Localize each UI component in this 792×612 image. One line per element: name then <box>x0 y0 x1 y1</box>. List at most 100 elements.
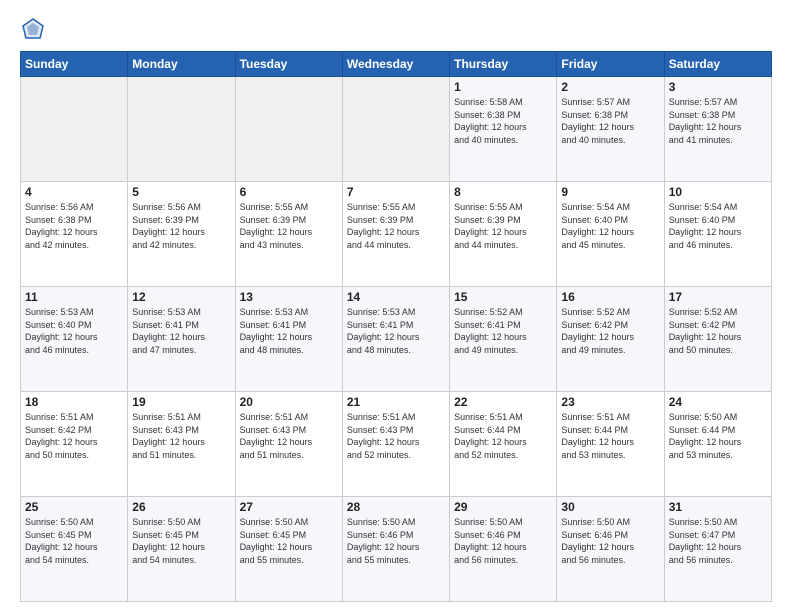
logo <box>20 18 44 45</box>
day-number: 22 <box>454 395 552 409</box>
day-number: 14 <box>347 290 445 304</box>
day-info: Sunrise: 5:50 AM Sunset: 6:45 PM Dayligh… <box>25 516 123 566</box>
day-info: Sunrise: 5:55 AM Sunset: 6:39 PM Dayligh… <box>240 201 338 251</box>
logo-general <box>20 27 44 44</box>
calendar-cell: 27 Sunrise: 5:50 AM Sunset: 6:45 PM Dayli… <box>235 497 342 602</box>
day-number: 7 <box>347 185 445 199</box>
calendar-cell: 16 Sunrise: 5:52 AM Sunset: 6:42 PM Dayli… <box>557 287 664 392</box>
weekday-header: Tuesday <box>235 52 342 77</box>
day-info: Sunrise: 5:50 AM Sunset: 6:44 PM Dayligh… <box>669 411 767 461</box>
calendar-cell: 30 Sunrise: 5:50 AM Sunset: 6:46 PM Dayli… <box>557 497 664 602</box>
day-number: 1 <box>454 80 552 94</box>
weekday-header: Wednesday <box>342 52 449 77</box>
day-info: Sunrise: 5:53 AM Sunset: 6:41 PM Dayligh… <box>347 306 445 356</box>
day-number: 8 <box>454 185 552 199</box>
day-info: Sunrise: 5:51 AM Sunset: 6:43 PM Dayligh… <box>240 411 338 461</box>
day-number: 16 <box>561 290 659 304</box>
calendar-cell: 26 Sunrise: 5:50 AM Sunset: 6:45 PM Dayli… <box>128 497 235 602</box>
calendar-cell: 21 Sunrise: 5:51 AM Sunset: 6:43 PM Dayli… <box>342 392 449 497</box>
day-info: Sunrise: 5:54 AM Sunset: 6:40 PM Dayligh… <box>561 201 659 251</box>
day-number: 4 <box>25 185 123 199</box>
calendar-cell: 5 Sunrise: 5:56 AM Sunset: 6:39 PM Daylig… <box>128 182 235 287</box>
day-number: 9 <box>561 185 659 199</box>
day-number: 20 <box>240 395 338 409</box>
day-number: 5 <box>132 185 230 199</box>
calendar-cell: 7 Sunrise: 5:55 AM Sunset: 6:39 PM Daylig… <box>342 182 449 287</box>
day-info: Sunrise: 5:52 AM Sunset: 6:42 PM Dayligh… <box>669 306 767 356</box>
day-info: Sunrise: 5:53 AM Sunset: 6:41 PM Dayligh… <box>132 306 230 356</box>
day-info: Sunrise: 5:52 AM Sunset: 6:41 PM Dayligh… <box>454 306 552 356</box>
calendar-cell: 18 Sunrise: 5:51 AM Sunset: 6:42 PM Dayli… <box>21 392 128 497</box>
calendar-cell: 22 Sunrise: 5:51 AM Sunset: 6:44 PM Dayli… <box>450 392 557 497</box>
calendar-cell: 20 Sunrise: 5:51 AM Sunset: 6:43 PM Dayli… <box>235 392 342 497</box>
calendar-cell: 4 Sunrise: 5:56 AM Sunset: 6:38 PM Daylig… <box>21 182 128 287</box>
day-number: 25 <box>25 500 123 514</box>
calendar-cell: 17 Sunrise: 5:52 AM Sunset: 6:42 PM Dayli… <box>664 287 771 392</box>
day-info: Sunrise: 5:55 AM Sunset: 6:39 PM Dayligh… <box>347 201 445 251</box>
day-info: Sunrise: 5:55 AM Sunset: 6:39 PM Dayligh… <box>454 201 552 251</box>
calendar-cell: 3 Sunrise: 5:57 AM Sunset: 6:38 PM Daylig… <box>664 77 771 182</box>
day-info: Sunrise: 5:50 AM Sunset: 6:45 PM Dayligh… <box>240 516 338 566</box>
day-number: 31 <box>669 500 767 514</box>
day-info: Sunrise: 5:50 AM Sunset: 6:47 PM Dayligh… <box>669 516 767 566</box>
day-info: Sunrise: 5:57 AM Sunset: 6:38 PM Dayligh… <box>669 96 767 146</box>
calendar-cell <box>342 77 449 182</box>
day-info: Sunrise: 5:51 AM Sunset: 6:43 PM Dayligh… <box>347 411 445 461</box>
day-number: 21 <box>347 395 445 409</box>
day-number: 11 <box>25 290 123 304</box>
calendar-cell: 19 Sunrise: 5:51 AM Sunset: 6:43 PM Dayli… <box>128 392 235 497</box>
day-number: 18 <box>25 395 123 409</box>
calendar-cell: 12Sunrise: 5:53 AM Sunset: 6:41 PM Dayli… <box>128 287 235 392</box>
day-info: Sunrise: 5:57 AM Sunset: 6:38 PM Dayligh… <box>561 96 659 146</box>
day-info: Sunrise: 5:51 AM Sunset: 6:44 PM Dayligh… <box>454 411 552 461</box>
day-number: 23 <box>561 395 659 409</box>
calendar-cell: 6 Sunrise: 5:55 AM Sunset: 6:39 PM Daylig… <box>235 182 342 287</box>
weekday-header: Friday <box>557 52 664 77</box>
day-info: Sunrise: 5:50 AM Sunset: 6:46 PM Dayligh… <box>561 516 659 566</box>
calendar-cell: 29 Sunrise: 5:50 AM Sunset: 6:46 PM Dayli… <box>450 497 557 602</box>
day-number: 27 <box>240 500 338 514</box>
weekday-header: Saturday <box>664 52 771 77</box>
day-number: 6 <box>240 185 338 199</box>
calendar-cell: 31 Sunrise: 5:50 AM Sunset: 6:47 PM Dayli… <box>664 497 771 602</box>
day-info: Sunrise: 5:52 AM Sunset: 6:42 PM Dayligh… <box>561 306 659 356</box>
day-number: 15 <box>454 290 552 304</box>
day-number: 30 <box>561 500 659 514</box>
calendar-cell: 10 Sunrise: 5:54 AM Sunset: 6:40 PM Dayli… <box>664 182 771 287</box>
day-info: Sunrise: 5:53 AM Sunset: 6:40 PM Dayligh… <box>25 306 123 356</box>
weekday-header: Monday <box>128 52 235 77</box>
header <box>20 18 772 45</box>
calendar-cell <box>21 77 128 182</box>
calendar-cell: 1Sunrise: 5:58 AM Sunset: 6:38 PM Daylig… <box>450 77 557 182</box>
day-number: 17 <box>669 290 767 304</box>
day-info: Sunrise: 5:50 AM Sunset: 6:46 PM Dayligh… <box>347 516 445 566</box>
day-info: Sunrise: 5:50 AM Sunset: 6:46 PM Dayligh… <box>454 516 552 566</box>
day-info: Sunrise: 5:51 AM Sunset: 6:44 PM Dayligh… <box>561 411 659 461</box>
day-info: Sunrise: 5:51 AM Sunset: 6:42 PM Dayligh… <box>25 411 123 461</box>
day-number: 10 <box>669 185 767 199</box>
weekday-header: Sunday <box>21 52 128 77</box>
day-info: Sunrise: 5:51 AM Sunset: 6:43 PM Dayligh… <box>132 411 230 461</box>
calendar-page: SundayMondayTuesdayWednesdayThursdayFrid… <box>0 0 792 612</box>
calendar-cell: 13Sunrise: 5:53 AM Sunset: 6:41 PM Dayli… <box>235 287 342 392</box>
calendar-table: SundayMondayTuesdayWednesdayThursdayFrid… <box>20 51 772 602</box>
calendar-cell: 11 Sunrise: 5:53 AM Sunset: 6:40 PM Dayli… <box>21 287 128 392</box>
calendar-cell: 24 Sunrise: 5:50 AM Sunset: 6:44 PM Dayli… <box>664 392 771 497</box>
day-info: Sunrise: 5:54 AM Sunset: 6:40 PM Dayligh… <box>669 201 767 251</box>
day-number: 26 <box>132 500 230 514</box>
day-number: 3 <box>669 80 767 94</box>
day-number: 29 <box>454 500 552 514</box>
calendar-cell: 14 Sunrise: 5:53 AM Sunset: 6:41 PM Dayli… <box>342 287 449 392</box>
day-number: 19 <box>132 395 230 409</box>
weekday-header: Thursday <box>450 52 557 77</box>
day-number: 13 <box>240 290 338 304</box>
calendar-cell: 2Sunrise: 5:57 AM Sunset: 6:38 PM Daylig… <box>557 77 664 182</box>
calendar-cell: 23 Sunrise: 5:51 AM Sunset: 6:44 PM Dayli… <box>557 392 664 497</box>
day-info: Sunrise: 5:50 AM Sunset: 6:45 PM Dayligh… <box>132 516 230 566</box>
day-info: Sunrise: 5:56 AM Sunset: 6:38 PM Dayligh… <box>25 201 123 251</box>
day-info: Sunrise: 5:56 AM Sunset: 6:39 PM Dayligh… <box>132 201 230 251</box>
day-number: 28 <box>347 500 445 514</box>
logo-icon <box>22 18 44 40</box>
day-number: 24 <box>669 395 767 409</box>
calendar-cell: 9 Sunrise: 5:54 AM Sunset: 6:40 PM Daylig… <box>557 182 664 287</box>
